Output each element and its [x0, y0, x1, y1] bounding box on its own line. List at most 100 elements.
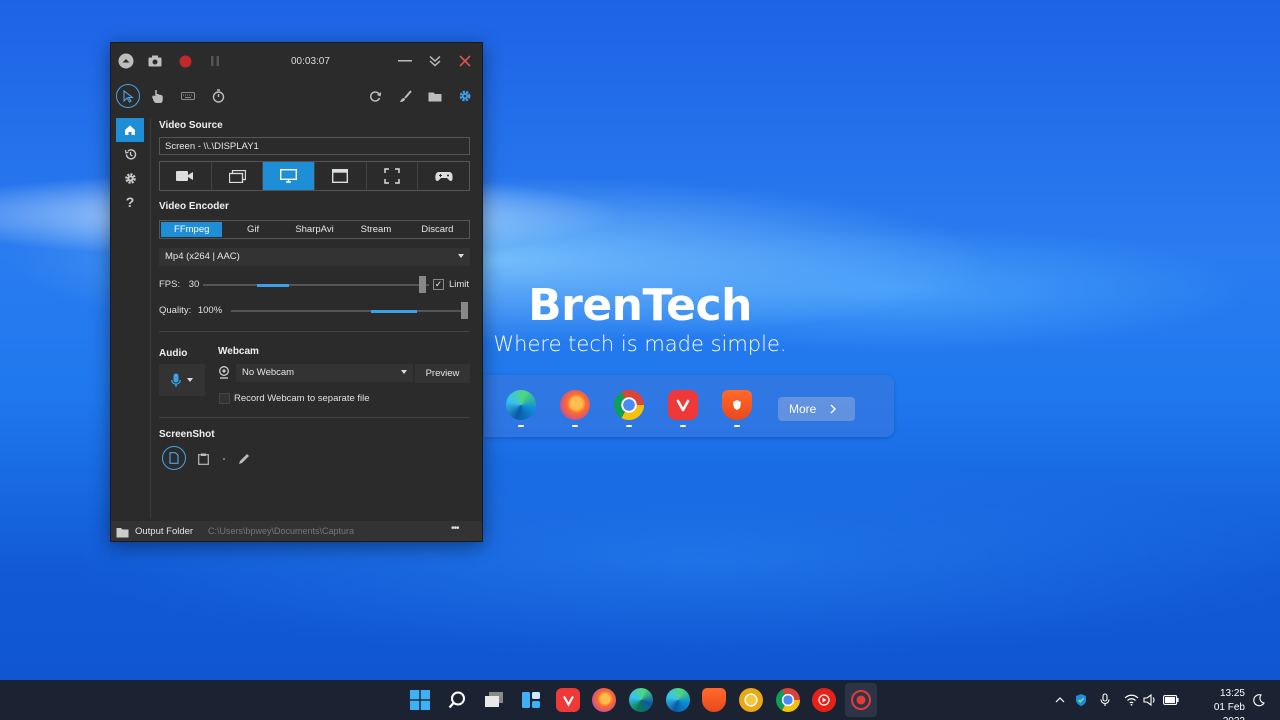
brand-tagline: Where tech is made simple.: [493, 332, 787, 356]
close-icon[interactable]: [457, 53, 473, 69]
brave-icon[interactable]: [722, 390, 752, 420]
audio-selector[interactable]: [159, 364, 205, 396]
format-value: Mp4 (x264 | AAC): [165, 251, 240, 262]
gear-icon[interactable]: [116, 166, 144, 190]
fps-label: FPS:: [159, 279, 181, 290]
fps-row: FPS: 30: [159, 279, 199, 290]
fps-value: 30: [188, 279, 200, 290]
source-screen-button[interactable]: [263, 162, 316, 190]
file-icon: [169, 452, 179, 464]
help-icon[interactable]: ?: [116, 190, 144, 214]
camera-icon[interactable]: [147, 53, 163, 69]
more-options-button[interactable]: •••: [451, 523, 459, 534]
fps-slider[interactable]: [203, 276, 429, 293]
clock-date: 01 Feb 2022: [1213, 702, 1245, 720]
source-region-button[interactable]: [367, 162, 419, 190]
more-label: More: [789, 402, 817, 416]
gamepad-icon: [435, 171, 453, 181]
encoder-tabs: FFmpeg Gif SharpAvi Stream Discard: [159, 220, 470, 239]
youtube-music-icon[interactable]: [812, 688, 836, 712]
hand-click-icon[interactable]: [146, 84, 170, 108]
brush-icon[interactable]: [393, 84, 417, 108]
start-icon[interactable]: [408, 688, 432, 712]
vivaldi-icon[interactable]: [668, 390, 698, 420]
chevron-up-icon[interactable]: [1052, 692, 1068, 708]
quality-slider-fill: [371, 309, 417, 313]
record-button[interactable]: [177, 53, 193, 69]
widgets-icon[interactable]: [519, 688, 543, 712]
windows-stack-icon: [228, 169, 246, 183]
encoder-tab-gif[interactable]: Gif: [222, 222, 283, 237]
limit-label: Limit: [449, 279, 470, 290]
screenshot-label: ScreenShot: [159, 429, 215, 440]
edge-icon[interactable]: [666, 688, 690, 712]
clock[interactable]: 13:25 01 Feb 2022: [1190, 687, 1245, 720]
settings-gear-icon[interactable]: [453, 84, 477, 108]
more-button[interactable]: More: [778, 397, 855, 421]
encoder-tab-ffmpeg[interactable]: FFmpeg: [161, 222, 223, 237]
firefox-icon[interactable]: [592, 688, 616, 712]
source-type-selector: [159, 161, 470, 191]
brave-icon[interactable]: [702, 688, 726, 712]
pencil-icon[interactable]: [238, 452, 250, 470]
collapse-icon[interactable]: [118, 53, 134, 69]
focus-assist-moon-icon[interactable]: [1250, 692, 1266, 708]
preview-button[interactable]: Preview: [415, 364, 470, 383]
stopwatch-icon[interactable]: [206, 84, 230, 108]
source-window-button[interactable]: [212, 162, 264, 190]
chevron-down-icon: [187, 378, 193, 382]
output-folder-label: Output Folder: [135, 526, 194, 537]
home-icon[interactable]: [116, 118, 144, 142]
separate-file-checkbox[interactable]: [219, 393, 230, 404]
encoder-tab-sharpavi[interactable]: SharpAvi: [284, 222, 345, 237]
folder-icon[interactable]: [116, 525, 129, 543]
video-camera-icon: [176, 171, 194, 181]
keyboard-icon[interactable]: [176, 84, 200, 108]
wifi-icon[interactable]: [1123, 692, 1139, 708]
firefox-icon[interactable]: [560, 390, 590, 420]
refresh-icon[interactable]: [363, 84, 387, 108]
microphone-tray-icon[interactable]: [1097, 692, 1113, 708]
audio-label: Audio: [159, 348, 188, 359]
quality-slider[interactable]: [231, 302, 468, 319]
source-game-button[interactable]: [418, 162, 469, 190]
fps-slider-thumb[interactable]: [419, 276, 426, 293]
battery-icon[interactable]: [1163, 692, 1179, 708]
chrome-icon[interactable]: [614, 390, 644, 420]
microphone-icon: [171, 373, 181, 387]
volume-icon[interactable]: [1142, 692, 1158, 708]
webcam-dropdown[interactable]: No Webcam: [236, 364, 413, 382]
cursor-icon[interactable]: [116, 84, 140, 108]
edge-canary-icon[interactable]: [629, 688, 653, 712]
source-webcam-button[interactable]: [160, 162, 212, 190]
vivaldi-icon[interactable]: [556, 688, 580, 712]
screenshot-file-button[interactable]: [162, 446, 186, 470]
captura-icon[interactable]: [849, 688, 873, 712]
limit-checkbox[interactable]: ✓: [433, 279, 444, 290]
recording-timer: 00:03:07: [291, 56, 330, 67]
history-icon[interactable]: [116, 142, 144, 166]
encoder-tab-discard[interactable]: Discard: [407, 222, 468, 237]
quality-slider-thumb[interactable]: [461, 302, 468, 319]
clipboard-icon[interactable]: [198, 452, 209, 470]
security-shield-icon[interactable]: [1073, 692, 1089, 708]
edge-icon[interactable]: [506, 390, 536, 420]
double-chevron-down-icon[interactable]: [427, 53, 443, 69]
quality-row: Quality: 100%: [159, 305, 222, 316]
task-view-icon[interactable]: [482, 688, 506, 712]
video-encoder-label: Video Encoder: [159, 201, 229, 212]
search-icon[interactable]: [445, 688, 469, 712]
format-dropdown[interactable]: Mp4 (x264 | AAC): [159, 248, 470, 266]
folder-icon[interactable]: [423, 84, 447, 108]
video-source-field[interactable]: Screen - \\.\DISPLAY1: [159, 137, 470, 155]
tool-row: [111, 83, 482, 113]
source-fullwindow-button[interactable]: [315, 162, 367, 190]
pause-icon[interactable]: [207, 53, 223, 69]
chrome-canary-icon[interactable]: [739, 688, 763, 712]
encoder-tab-stream[interactable]: Stream: [345, 222, 406, 237]
minimize-icon[interactable]: [397, 53, 413, 69]
sidebar: ?: [111, 118, 151, 518]
chrome-icon[interactable]: [776, 688, 800, 712]
webcam-icon: [218, 366, 230, 384]
output-folder-path[interactable]: C:\Users\bpwey\Documents\Captura: [208, 526, 354, 536]
